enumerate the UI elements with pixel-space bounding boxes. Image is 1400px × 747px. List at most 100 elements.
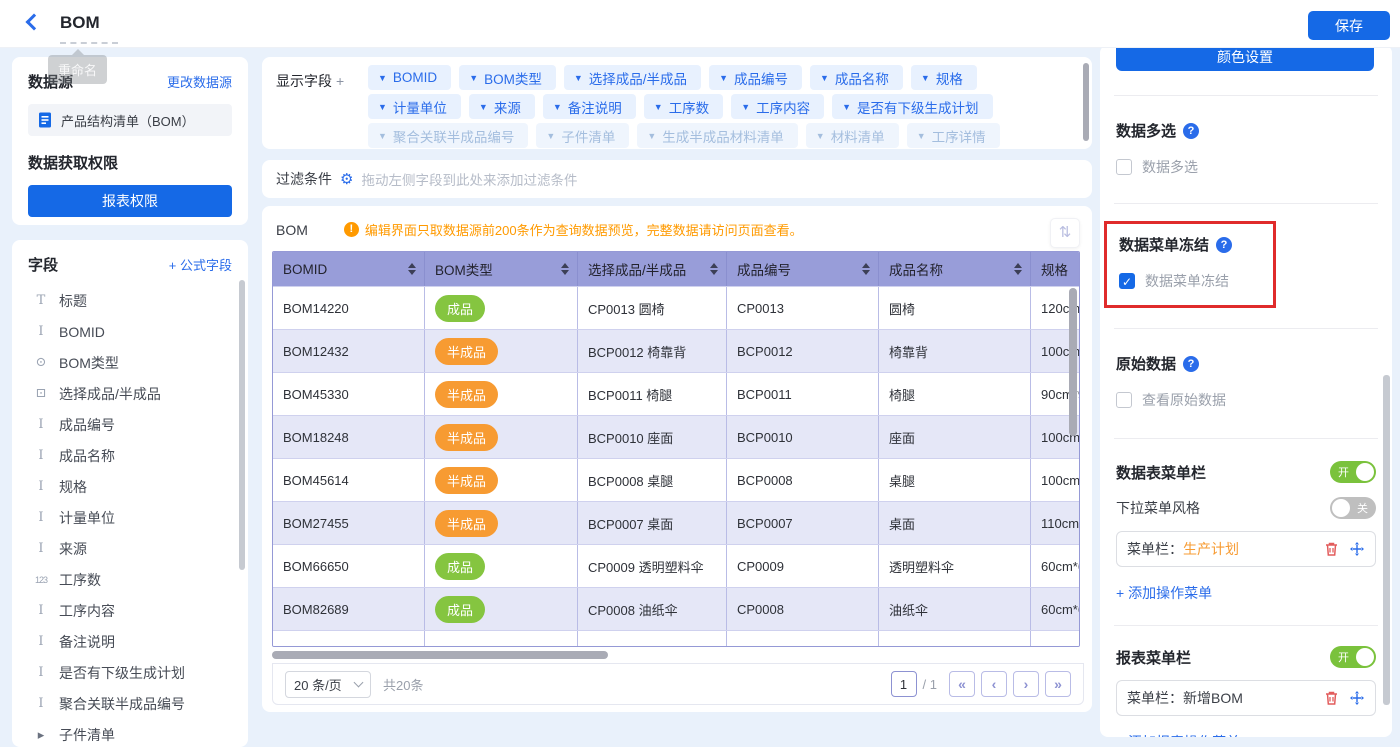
- menu-item-box[interactable]: 菜单栏： 新增BOM: [1116, 680, 1376, 716]
- table-menu-toggle-on[interactable]: 开: [1330, 461, 1376, 483]
- table-row[interactable]: BOM14220 成品 CP0013 圆椅 CP0013 圆椅 120cm*: [273, 286, 1079, 329]
- column-header-product-code[interactable]: 成品编号: [727, 252, 879, 286]
- help-icon[interactable]: ?: [1216, 237, 1232, 253]
- page-number-input[interactable]: [891, 671, 917, 697]
- field-chip[interactable]: ▼选择成品/半成品: [564, 65, 701, 90]
- color-settings-button[interactable]: 颜色设置: [1116, 45, 1374, 71]
- field-item[interactable]: I是否有下级生成计划: [28, 657, 232, 688]
- add-action-menu-link[interactable]: + 添加操作菜单: [1116, 583, 1212, 603]
- delete-icon[interactable]: [1324, 541, 1339, 557]
- field-chip[interactable]: ▼成品名称: [810, 65, 903, 90]
- field-item[interactable]: T标题: [28, 285, 232, 316]
- first-page-button[interactable]: «: [949, 671, 975, 697]
- field-chip-disabled[interactable]: ▼聚合关联半成品编号: [368, 123, 528, 148]
- help-icon[interactable]: ?: [1183, 356, 1199, 372]
- datasource-item[interactable]: 产品结构清单（BOM）: [28, 104, 232, 136]
- chip-label: 子件清单: [561, 126, 615, 146]
- table-row[interactable]: BOM66650 成品 CP0009 透明塑料伞 CP0009 透明塑料伞 60…: [273, 544, 1079, 587]
- menu-freeze-checkbox-row[interactable]: ✓数据菜单冻结: [1119, 271, 1261, 291]
- prev-page-button[interactable]: ‹: [981, 671, 1007, 697]
- field-chip[interactable]: ▼来源: [469, 94, 535, 119]
- column-header-bomid[interactable]: BOMID: [273, 252, 425, 286]
- field-item[interactable]: ⊙BOM类型: [28, 347, 232, 378]
- sort-icon[interactable]: [1014, 263, 1022, 275]
- add-report-action-menu-link[interactable]: + 添加报表操作菜单: [1116, 732, 1240, 737]
- field-item[interactable]: I成品名称: [28, 440, 232, 471]
- field-item[interactable]: IBOMID: [28, 316, 232, 347]
- field-chip[interactable]: ▼备注说明: [543, 94, 636, 119]
- back-icon[interactable]: [26, 14, 43, 31]
- report-permission-button[interactable]: 报表权限: [28, 185, 232, 217]
- add-field-button[interactable]: +: [336, 73, 344, 89]
- table-row[interactable]: BOM82689 成品 CP0008 油纸伞 CP0008 油纸伞 60cm*6: [273, 587, 1079, 630]
- chips-scrollbar[interactable]: [1083, 63, 1089, 141]
- delete-icon[interactable]: [1324, 690, 1339, 706]
- field-chip-disabled[interactable]: ▼生成半成品材料清单: [637, 123, 797, 148]
- field-item[interactable]: I计量单位: [28, 502, 232, 533]
- last-page-button[interactable]: »: [1045, 671, 1071, 697]
- field-chip[interactable]: ▼计量单位: [368, 94, 461, 119]
- raw-data-checkbox-row[interactable]: 查看原始数据: [1116, 390, 1376, 410]
- table-row[interactable]: BOM12432 半成品 BCP0012 椅靠背 BCP0012 椅靠背 100…: [273, 329, 1079, 372]
- cell-select-product: CP0008 油纸伞: [578, 588, 727, 630]
- field-item[interactable]: 123工序数: [28, 564, 232, 595]
- field-chip[interactable]: ▼工序数: [644, 94, 723, 119]
- column-header-spec[interactable]: 规格: [1031, 252, 1080, 286]
- field-chip[interactable]: ▼BOM类型: [459, 65, 556, 90]
- table-horizontal-scrollbar[interactable]: [272, 649, 1080, 661]
- field-label: BOMID: [59, 324, 105, 340]
- table-row[interactable]: BOM45614 半成品 BCP0008 桌腿 BCP0008 桌腿 100cm…: [273, 458, 1079, 501]
- field-item[interactable]: I工序内容: [28, 595, 232, 626]
- field-item[interactable]: I来源: [28, 533, 232, 564]
- menu-item-box[interactable]: 菜单栏： 生产计划: [1116, 531, 1376, 567]
- add-formula-field-link[interactable]: + 公式字段: [169, 255, 232, 274]
- checkbox-checked[interactable]: ✓: [1119, 273, 1135, 289]
- table-row[interactable]: BOM45330 半成品 BCP0011 椅腿 BCP0011 椅腿 90cm*…: [273, 372, 1079, 415]
- change-datasource-link[interactable]: 更改数据源: [167, 72, 232, 91]
- column-header-product-name[interactable]: 成品名称: [879, 252, 1031, 286]
- display-fields-panel: 显示字段+ ▼BOMID ▼BOM类型 ▼选择成品/半成品 ▼成品编号 ▼成品名…: [262, 57, 1092, 149]
- column-header-select-product[interactable]: 选择成品/半成品: [578, 252, 727, 286]
- field-item[interactable]: I成品编号: [28, 409, 232, 440]
- field-chip-disabled[interactable]: ▼工序详情: [907, 123, 1000, 148]
- field-chip[interactable]: ▼成品编号: [709, 65, 802, 90]
- multi-select-checkbox-row[interactable]: 数据多选: [1116, 157, 1376, 177]
- field-chip[interactable]: ▼是否有下级生成计划: [832, 94, 992, 119]
- column-header-bom-type[interactable]: BOM类型: [425, 252, 578, 286]
- fields-scrollbar[interactable]: [239, 280, 245, 570]
- chevron-down-icon: ▼: [654, 102, 663, 112]
- gear-icon[interactable]: ⚙: [340, 170, 353, 188]
- help-icon[interactable]: ?: [1183, 123, 1199, 139]
- sort-icon[interactable]: [710, 263, 718, 275]
- sort-icon[interactable]: [862, 263, 870, 275]
- next-page-button[interactable]: ›: [1013, 671, 1039, 697]
- sort-icon[interactable]: [408, 263, 416, 275]
- table-row[interactable]: BOM27455 半成品 BCP0007 桌面 BCP0007 桌面 110cm…: [273, 501, 1079, 544]
- page-title[interactable]: BOM: [60, 13, 100, 33]
- page-size-select[interactable]: 20 条/页: [285, 671, 371, 698]
- move-icon[interactable]: [1349, 541, 1365, 557]
- table-vertical-scrollbar[interactable]: [1069, 288, 1077, 436]
- expand-arrow-icon[interactable]: ▸: [32, 727, 50, 743]
- field-chip[interactable]: ▼BOMID: [368, 65, 451, 90]
- save-button[interactable]: 保存: [1308, 11, 1390, 40]
- checkbox-unchecked[interactable]: [1116, 159, 1132, 175]
- sort-tool-button[interactable]: ⇅: [1050, 218, 1080, 248]
- sort-icon[interactable]: [561, 263, 569, 275]
- field-chip[interactable]: ▼规格: [911, 65, 977, 90]
- field-item[interactable]: ▸子件清单: [28, 719, 232, 747]
- dropdown-style-toggle-off[interactable]: 关: [1330, 497, 1376, 519]
- table-row[interactable]: BOM18248 半成品 BCP0010 座面 BCP0010 座面 100cm…: [273, 415, 1079, 458]
- field-item[interactable]: I备注说明: [28, 626, 232, 657]
- field-item[interactable]: I聚合关联半成品编号: [28, 688, 232, 719]
- settings-scrollbar[interactable]: [1383, 375, 1390, 705]
- filter-panel[interactable]: 过滤条件 ⚙ 拖动左侧字段到此处来添加过滤条件: [262, 160, 1092, 198]
- field-chip[interactable]: ▼工序内容: [731, 94, 824, 119]
- checkbox-unchecked[interactable]: [1116, 392, 1132, 408]
- field-chip-disabled[interactable]: ▼子件清单: [536, 123, 629, 148]
- report-menu-toggle-on[interactable]: 开: [1330, 646, 1376, 668]
- field-item[interactable]: ⊡选择成品/半成品: [28, 378, 232, 409]
- field-item[interactable]: I规格: [28, 471, 232, 502]
- move-icon[interactable]: [1349, 690, 1365, 706]
- field-chip-disabled[interactable]: ▼材料清单: [806, 123, 899, 148]
